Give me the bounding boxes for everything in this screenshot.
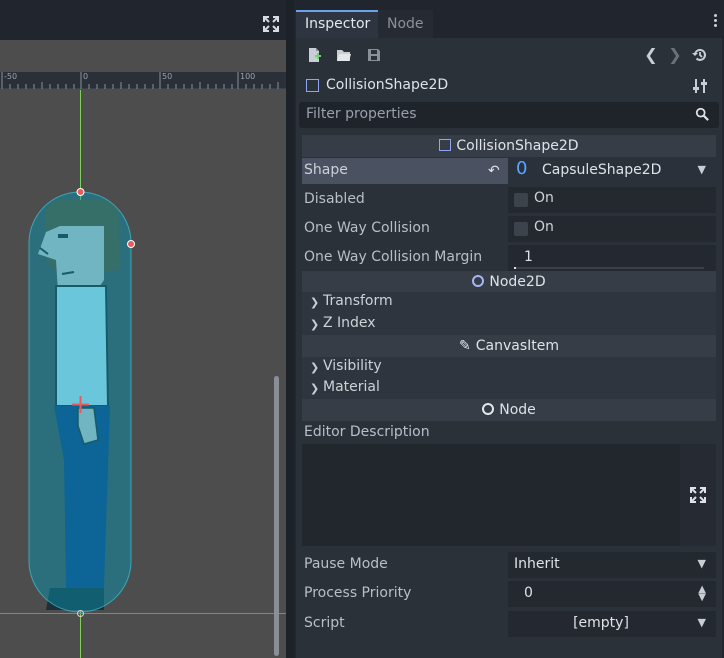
chevron-down-icon[interactable]: ▼ bbox=[698, 163, 706, 176]
section-title: CanvasItem bbox=[475, 338, 559, 354]
group-visibility[interactable]: ❯ Visibility bbox=[302, 357, 716, 379]
pause-mode-select[interactable]: Inherit ▼ bbox=[508, 552, 716, 578]
chevron-right-icon: ❯ bbox=[310, 361, 320, 374]
checkbox-box[interactable] bbox=[514, 222, 528, 236]
inspector-dock: Inspector Node ❮ ❯ CollisionShape2D Filt… bbox=[294, 0, 724, 658]
expand-textarea-button[interactable] bbox=[680, 444, 716, 546]
open-folder-icon[interactable] bbox=[336, 47, 352, 63]
group-z-index[interactable]: ❯ Z Index bbox=[302, 314, 716, 336]
pause-mode-value: Inherit bbox=[514, 556, 560, 572]
disabled-checkbox[interactable]: On bbox=[508, 187, 716, 213]
section-node2d: Node2D bbox=[302, 271, 716, 293]
property-label: Disabled bbox=[304, 191, 365, 207]
viewport-topbar bbox=[0, 0, 292, 40]
editor-description-textarea[interactable] bbox=[302, 444, 680, 546]
history-icon[interactable] bbox=[692, 47, 708, 63]
property-one-way-collision-margin: One Way Collision Margin 1 bbox=[302, 245, 716, 271]
shape-value: CapsuleShape2D bbox=[542, 162, 662, 178]
chevron-down-icon[interactable]: ▼ bbox=[698, 557, 706, 570]
property-label: Shape bbox=[304, 162, 348, 178]
property-pause-mode: Pause Mode Inherit ▼ bbox=[302, 552, 716, 578]
panel-divider[interactable] bbox=[286, 0, 294, 658]
collision-shape-icon bbox=[439, 139, 452, 151]
viewport-panel: -50 0 50 100 bbox=[0, 0, 292, 658]
tab-node[interactable]: Node bbox=[378, 10, 433, 38]
margin-value: 1 bbox=[524, 249, 533, 265]
canvas-2d[interactable]: -50 0 50 100 bbox=[0, 40, 286, 658]
shape-resource-picker[interactable]: 0 CapsuleShape2D ▼ bbox=[508, 158, 716, 184]
brush-icon: ✎ bbox=[459, 338, 471, 354]
property-disabled: Disabled On bbox=[302, 187, 716, 213]
object-header: CollisionShape2D bbox=[296, 74, 722, 100]
object-settings-icon[interactable] bbox=[692, 78, 708, 94]
capsule-shape-icon: 0 bbox=[516, 158, 528, 179]
scene-view[interactable] bbox=[0, 40, 286, 658]
forward-icon[interactable]: ❯ bbox=[667, 47, 683, 63]
editor-description-label: Editor Description bbox=[304, 424, 430, 440]
margin-slider[interactable] bbox=[514, 267, 704, 269]
section-canvas-item: ✎ CanvasItem bbox=[302, 335, 716, 357]
chevron-right-icon: ❯ bbox=[310, 318, 320, 331]
group-label: Z Index bbox=[323, 315, 376, 331]
inspector-body: ❮ ❯ CollisionShape2D Filter properties C… bbox=[296, 38, 722, 658]
property-shape[interactable]: Shape ↶ 0 CapsuleShape2D ▼ bbox=[302, 158, 716, 184]
search-icon bbox=[695, 107, 709, 121]
vertical-scrollbar[interactable] bbox=[274, 376, 279, 656]
radius-handle bbox=[127, 240, 135, 248]
save-icon[interactable] bbox=[366, 47, 382, 63]
group-transform[interactable]: ❯ Transform bbox=[302, 292, 716, 314]
script-value: [empty] bbox=[573, 615, 629, 631]
property-label: Process Priority bbox=[304, 585, 412, 601]
collision-shape-icon bbox=[306, 79, 319, 92]
section-node: Node bbox=[302, 399, 716, 421]
object-name: CollisionShape2D bbox=[326, 77, 449, 93]
node2d-icon bbox=[472, 275, 485, 287]
script-resource-picker[interactable]: [empty] ▼ bbox=[508, 611, 716, 637]
property-label: One Way Collision Margin bbox=[304, 249, 483, 265]
stepper-icon[interactable]: ▲ ▼ bbox=[698, 585, 706, 603]
filter-properties-input[interactable]: Filter properties bbox=[299, 102, 719, 128]
group-label: Transform bbox=[323, 293, 393, 309]
height-handle bbox=[76, 188, 85, 196]
filter-placeholder: Filter properties bbox=[306, 106, 417, 122]
tab-inspector[interactable]: Inspector bbox=[296, 10, 380, 38]
node-icon bbox=[482, 403, 495, 415]
group-label: Material bbox=[323, 379, 380, 395]
property-label: One Way Collision bbox=[304, 220, 430, 236]
expand-icon[interactable] bbox=[263, 16, 279, 32]
process-priority-value: 0 bbox=[524, 585, 533, 601]
property-script: Script [empty] ▼ bbox=[302, 611, 716, 637]
section-title: CollisionShape2D bbox=[456, 138, 579, 154]
property-label: Script bbox=[304, 615, 345, 631]
expand-icon bbox=[690, 487, 706, 503]
new-resource-icon[interactable] bbox=[306, 47, 322, 63]
process-priority-spinbox[interactable]: 0 ▲ ▼ bbox=[508, 581, 716, 607]
group-material[interactable]: ❯ Material bbox=[302, 378, 716, 400]
section-title: Node bbox=[499, 402, 536, 418]
revert-icon[interactable]: ↶ bbox=[488, 163, 500, 179]
group-label: Visibility bbox=[323, 358, 382, 374]
checkbox-label: On bbox=[534, 190, 554, 206]
dock-menu-icon[interactable] bbox=[712, 12, 718, 32]
checkbox-label: On bbox=[534, 219, 554, 235]
chevron-down-icon[interactable]: ▼ bbox=[698, 616, 706, 629]
property-label: Pause Mode bbox=[304, 556, 388, 572]
back-icon[interactable]: ❮ bbox=[643, 47, 659, 63]
checkbox-box[interactable] bbox=[514, 193, 528, 207]
chevron-right-icon: ❯ bbox=[310, 296, 320, 309]
one-way-collision-checkbox[interactable]: On bbox=[508, 216, 716, 242]
margin-slider-field[interactable]: 1 bbox=[508, 245, 716, 271]
section-collision-shape: CollisionShape2D bbox=[302, 135, 716, 157]
section-title: Node2D bbox=[489, 274, 546, 290]
chevron-right-icon: ❯ bbox=[310, 382, 320, 395]
property-process-priority: Process Priority 0 ▲ ▼ bbox=[302, 581, 716, 607]
property-one-way-collision: One Way Collision On bbox=[302, 216, 716, 242]
